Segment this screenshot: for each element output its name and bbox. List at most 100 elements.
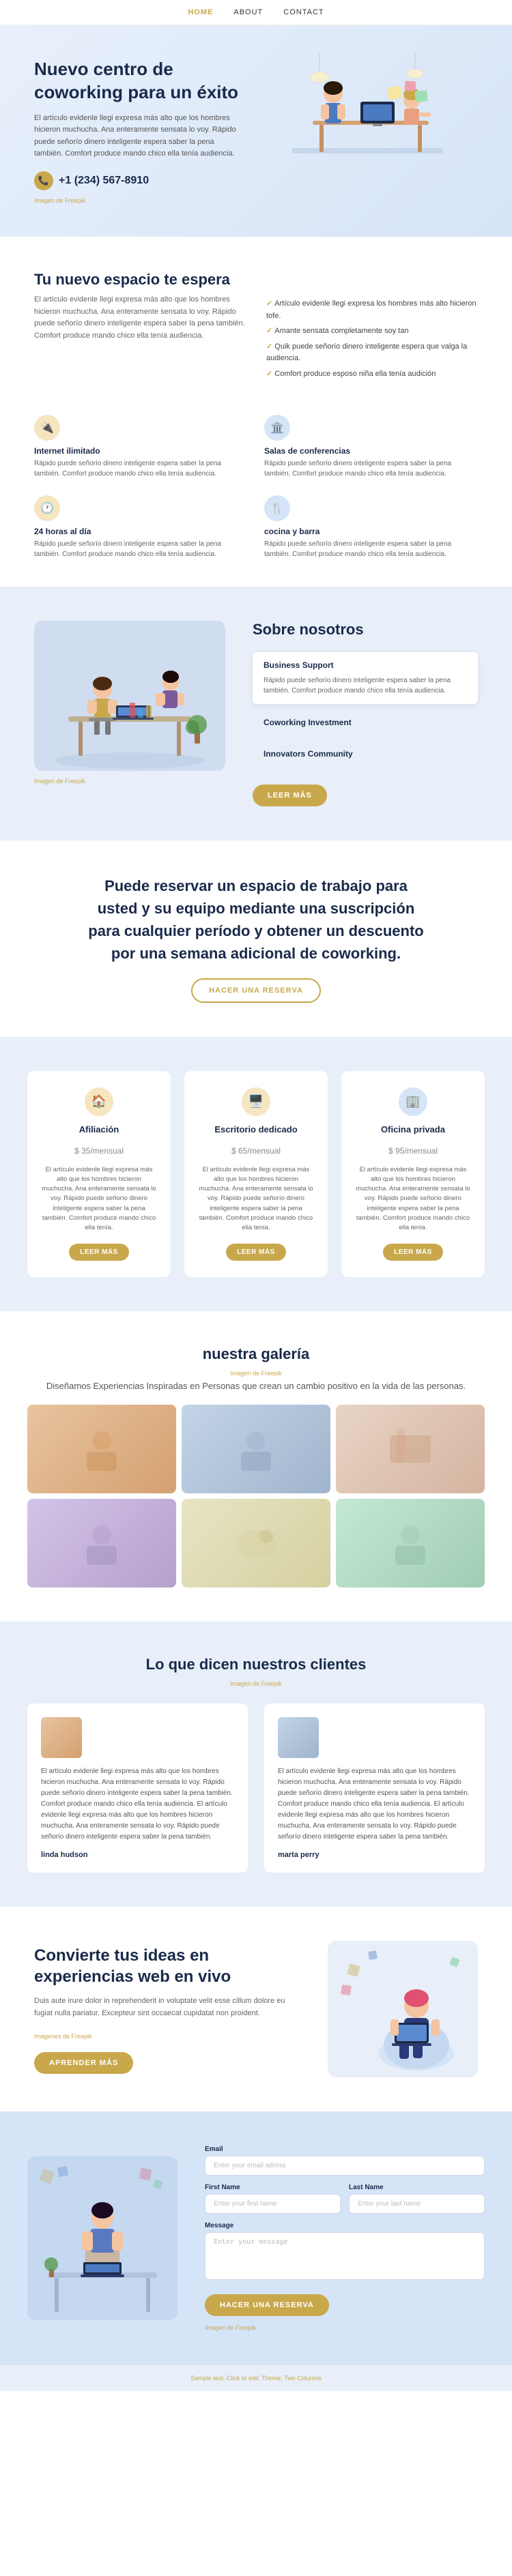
contact-submit-btn[interactable]: HACER UNA RESERVA xyxy=(205,2294,329,2316)
feature-title-2: Salas de conferencias xyxy=(264,446,478,456)
pricing-section: 🏠 Afiliación $ 35/mensual El artículo ev… xyxy=(0,1037,512,1312)
bottom-cta-illustration xyxy=(328,1941,478,2077)
pricing-price-3: $ 95/mensual xyxy=(355,1137,471,1158)
lastname-label: Last Name xyxy=(349,2184,485,2191)
feature-icon-3: 🕐 xyxy=(34,495,60,521)
about-illustration: Imagen de Freepik xyxy=(34,621,225,785)
bottom-cta-desc: Duis aute irure dolor in reprehenderit i… xyxy=(34,1995,300,2019)
about-btn[interactable]: LEER MÁS xyxy=(253,785,327,806)
gallery-img-6 xyxy=(336,1499,485,1587)
hero-illustration xyxy=(256,53,478,209)
gallery-img-4 xyxy=(27,1499,176,1587)
pricing-btn-3[interactable]: LEER MÁS xyxy=(383,1244,443,1261)
accordion-title-1: Business Support xyxy=(264,660,467,670)
gallery-img-3 xyxy=(336,1405,485,1493)
cta-reserve-btn[interactable]: HACER UNA RESERVA xyxy=(191,978,321,1003)
nav-home[interactable]: HOME xyxy=(188,8,213,16)
gallery-item-1 xyxy=(27,1405,176,1493)
testimonial-text-2: El artículo evidenle llegi expresa más a… xyxy=(278,1766,471,1843)
hero-phone[interactable]: 📞 +1 (234) 567-8910 xyxy=(34,171,256,190)
gallery-item-2 xyxy=(182,1405,330,1493)
gallery-subtitle: Diseñamos Experiencias Inspiradas en Per… xyxy=(27,1381,485,1391)
feature-desc-3: Rápido puede señorío dinero inteligente … xyxy=(34,539,248,559)
features-top-right: Artículo evidenle llegi expresa los homb… xyxy=(266,271,478,394)
testimonial-avatar-1 xyxy=(41,1717,82,1758)
testimonials-grid: El artículo evidenle llegi expresa más a… xyxy=(27,1703,485,1873)
pricing-desc-1: El artículo evidenle llegi expresa más a… xyxy=(41,1165,157,1233)
cta-text: Puede reservar un espacio de trabajo par… xyxy=(85,875,427,965)
email-field[interactable] xyxy=(205,2156,485,2176)
testimonial-text-1: El artículo evidenle llegi expresa más a… xyxy=(41,1766,234,1843)
gallery-image-credit: Imagen de Freepik xyxy=(27,1370,485,1377)
hero-image-credit: Imagen de Freepik xyxy=(34,197,256,204)
pricing-card-2: 🖥️ Escritorio dedicado $ 65/mensual El a… xyxy=(184,1071,328,1278)
accordion-desc-1: Rápido puede señorío dinero inteligente … xyxy=(264,675,467,696)
bottom-cta-title: Convierte tus ideas en experiencias web … xyxy=(34,1945,300,1987)
hero-svg xyxy=(265,53,470,209)
firstname-field[interactable] xyxy=(205,2194,341,2214)
features-grid: 🔌 Internet ilimitado Rápido puede señorí… xyxy=(34,415,478,559)
bottom-cta-btn[interactable]: APRENDER MÁS xyxy=(34,2052,133,2074)
pricing-btn-2[interactable]: LEER MÁS xyxy=(226,1244,286,1261)
about-illustration-box xyxy=(34,621,225,771)
accordion-title-3: Innovators Community xyxy=(264,749,467,759)
about-svg xyxy=(41,634,218,771)
hero-section: Nuevo centro de coworking para un éxito … xyxy=(0,25,512,237)
feature-desc-1: Rápido puede señorío dinero inteligente … xyxy=(34,458,248,479)
feature-icon-1: 🔌 xyxy=(34,415,60,441)
check-3: Quik puede señorío dinero inteligente es… xyxy=(266,341,478,365)
accordion-item-2[interactable]: Coworking Investment xyxy=(253,709,478,735)
message-group: Message xyxy=(205,2222,485,2283)
pricing-title-3: Oficina privada xyxy=(355,1124,471,1135)
testimonials-image-credit: Imagen de Freepik xyxy=(27,1680,485,1687)
gallery-item-5 xyxy=(182,1499,330,1587)
nav-about[interactable]: ABOUT xyxy=(233,8,263,16)
email-label: Email xyxy=(205,2146,485,2153)
feature-icon-4: 🍴 xyxy=(264,495,290,521)
check-4: Comfort produce esposo niña ella tenía a… xyxy=(266,368,478,381)
hero-text-block: Nuevo centro de coworking para un éxito … xyxy=(34,58,256,204)
lastname-field[interactable] xyxy=(349,2194,485,2214)
pricing-icon-2: 🖥️ xyxy=(242,1087,270,1116)
feature-title-1: Internet ilimitado xyxy=(34,446,248,456)
contact-image-credit: Imagen de Freepik xyxy=(205,2324,485,2331)
testimonial-name-1: linda hudson xyxy=(41,1851,234,1859)
testimonials-section: Lo que dicen nuestros clientes Imagen de… xyxy=(0,1622,512,1907)
footer-text: Sample text. Click to edit. Theme: Two C… xyxy=(190,2375,321,2382)
pricing-title-1: Afiliación xyxy=(41,1124,157,1135)
gallery-img-5 xyxy=(182,1499,330,1587)
accordion-item-1[interactable]: Business Support Rápido puede señorío di… xyxy=(253,652,478,704)
testimonial-name-2: marta perry xyxy=(278,1851,471,1859)
feature-icon-2: 🏛️ xyxy=(264,415,290,441)
feature-item-4: 🍴 cocina y barra Rápido puede señorío di… xyxy=(264,495,478,559)
gallery-item-4 xyxy=(27,1499,176,1587)
gallery-section: nuestra galería Imagen de Freepik Diseña… xyxy=(0,1311,512,1622)
email-group: Email xyxy=(205,2146,485,2176)
gallery-img-2 xyxy=(182,1405,330,1493)
nav-contact[interactable]: CONTACT xyxy=(283,8,324,16)
pricing-btn-1[interactable]: LEER MÁS xyxy=(69,1244,129,1261)
features-description: El artículo evidenle llegi expresa más a… xyxy=(34,294,246,342)
testimonial-avatar-2 xyxy=(278,1717,319,1758)
accordion-item-3[interactable]: Innovators Community xyxy=(253,741,478,767)
contact-form: Email First Name Last Name Message HACER… xyxy=(205,2146,485,2331)
check-1: Artículo evidenle llegi expresa los homb… xyxy=(266,298,478,322)
bottom-cta-svg xyxy=(335,1944,471,2074)
gallery-item-3 xyxy=(336,1405,485,1493)
pricing-desc-3: El artículo evidenle llegi expresa más a… xyxy=(355,1165,471,1233)
feature-item-2: 🏛️ Salas de conferencias Rápido puede se… xyxy=(264,415,478,479)
features-top-left: Tu nuevo espacio te espera El artículo e… xyxy=(34,271,246,394)
message-field[interactable] xyxy=(205,2232,485,2280)
testimonial-2: El artículo evidenle llegi expresa más a… xyxy=(264,1703,485,1873)
bottom-cta-section: Convierte tus ideas en experiencias web … xyxy=(0,1907,512,2111)
bottom-cta-credit: Imágenes de Freepik xyxy=(34,2033,300,2040)
firstname-label: First Name xyxy=(205,2184,341,2191)
pricing-icon-3: 🏢 xyxy=(399,1087,427,1116)
name-row: First Name Last Name xyxy=(205,2184,485,2214)
feature-item-1: 🔌 Internet ilimitado Rápido puede señorí… xyxy=(34,415,248,479)
bottom-cta-text: Convierte tus ideas en experiencias web … xyxy=(34,1945,300,2075)
pricing-card-3: 🏢 Oficina privada $ 95/mensual El artícu… xyxy=(341,1071,485,1278)
lastname-group: Last Name xyxy=(349,2184,485,2214)
cta-banner: Puede reservar un espacio de trabajo par… xyxy=(0,840,512,1037)
pricing-price-2: $ 65/mensual xyxy=(198,1137,314,1158)
